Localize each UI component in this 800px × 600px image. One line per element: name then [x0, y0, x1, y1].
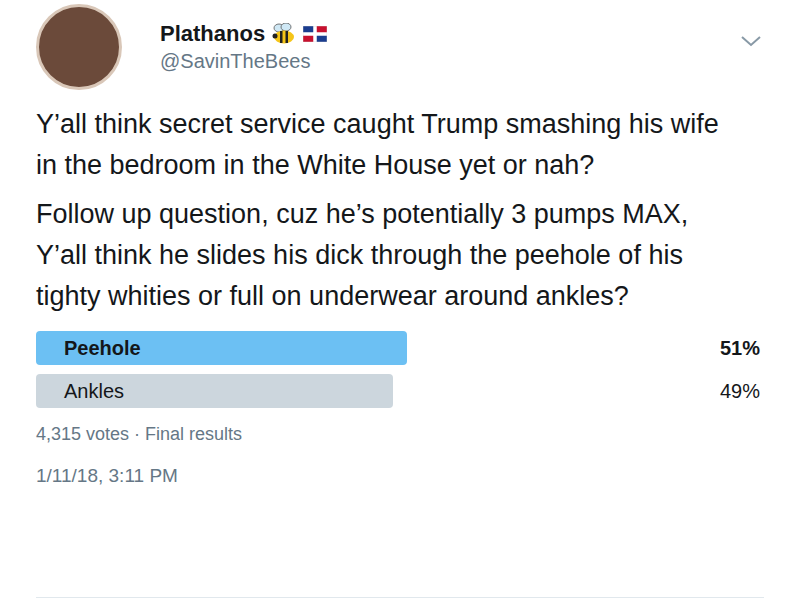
tweet-screen: Plathanos@SavinTheBees Y’all think secret…: [0, 0, 800, 600]
tweet-paragraph: Y’all think secret service caught Trump …: [36, 104, 744, 186]
poll-option[interactable]: Ankles 49%: [36, 374, 764, 408]
timestamp[interactable]: 1/11/18, 3:11 PM: [36, 462, 764, 491]
avatar[interactable]: [36, 4, 122, 90]
dominican-flag-icon: [303, 26, 327, 42]
poll-option-label: Peehole: [36, 333, 141, 363]
author-block: Plathanos@SavinTheBees: [160, 20, 740, 74]
tweet-body: Y’all think secret service caught Trump …: [36, 104, 764, 317]
author-handle[interactable]: @SavinTheBees: [160, 48, 740, 74]
tweet-paragraph: Follow up question, cuz he’s potentially…: [36, 194, 744, 317]
poll-option-label: Ankles: [36, 376, 124, 406]
poll-option-percent: 51%: [720, 333, 764, 363]
poll-option[interactable]: Peehole 51%: [36, 331, 764, 365]
chevron-down-icon[interactable]: [740, 34, 762, 48]
author-name-row[interactable]: Plathanos: [160, 20, 740, 48]
author-name[interactable]: Plathanos: [160, 20, 265, 48]
divider: [36, 597, 764, 598]
poll-option-percent: 49%: [720, 376, 764, 406]
tweet-header: Plathanos@SavinTheBees: [36, 0, 764, 90]
bee-icon: [271, 23, 297, 45]
poll: Peehole 51% Ankles 49% 4,315 votes · Final r…: [36, 331, 764, 448]
poll-summary: 4,315 votes · Final results: [36, 421, 764, 448]
